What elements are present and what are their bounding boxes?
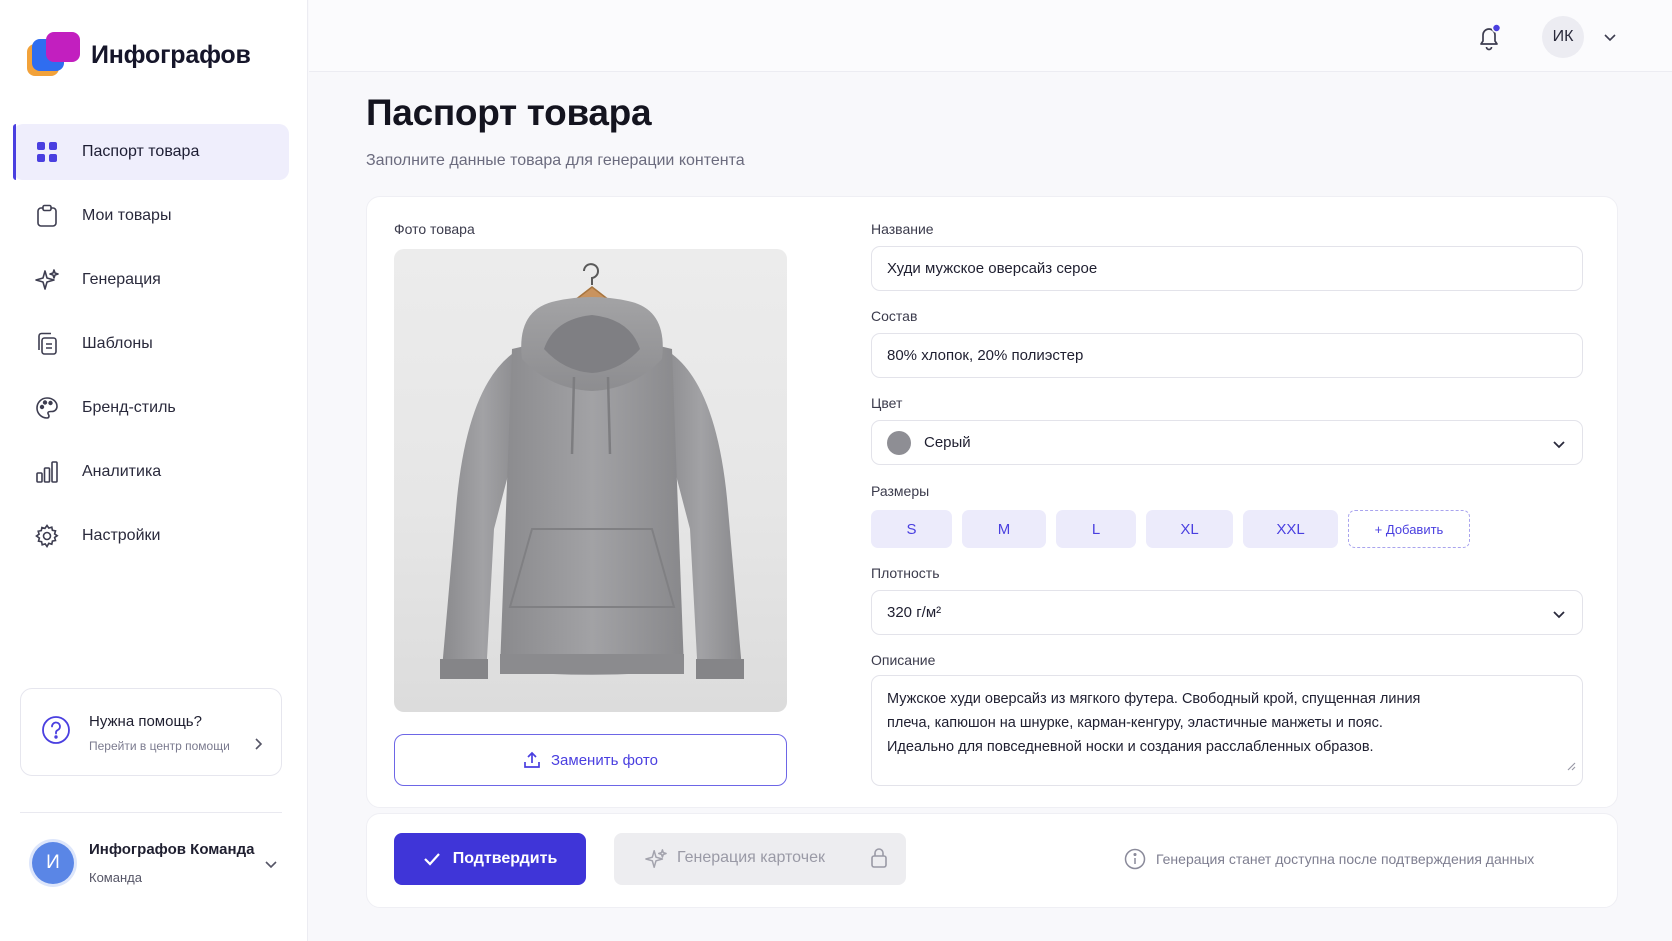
sizes-group: S M L XL XXL + Добавить [871, 510, 1480, 548]
generate-cards-button[interactable]: Генерация карточек [614, 833, 906, 885]
color-value: Серый [924, 434, 971, 451]
sidebar-item-label: Генерация [82, 271, 161, 288]
chevron-down-icon[interactable] [1603, 29, 1617, 47]
help-title: Нужна помощь? [89, 713, 202, 730]
product-name-input[interactable]: Худи мужское оверсайз серое [871, 246, 1583, 291]
sidebar-divider [20, 812, 282, 813]
product-photo [394, 249, 787, 712]
description-textarea[interactable]: Мужское худи оверсайз из мягкого футера.… [871, 675, 1583, 786]
bell-icon[interactable] [1472, 20, 1506, 54]
size-chip-m[interactable]: M [962, 510, 1046, 548]
confirm-label: Подтвердить [452, 850, 558, 867]
density-select[interactable]: 320 г/м² [871, 590, 1583, 635]
palette-icon [34, 395, 60, 421]
question-icon [41, 715, 71, 750]
name-label: Название [871, 221, 934, 237]
add-size-button[interactable]: + Добавить [1348, 510, 1470, 548]
gear-icon [34, 523, 60, 549]
density-label: Плотность [871, 565, 940, 581]
sidebar-item-analytics[interactable]: Аналитика [13, 444, 289, 500]
sidebar-item-templates[interactable]: Шаблоны [13, 316, 289, 372]
resize-handle-icon[interactable] [1567, 755, 1576, 779]
size-chip-s[interactable]: S [871, 510, 952, 548]
app-name: Инфографов [91, 40, 251, 69]
sidebar-item-label: Бренд-стиль [82, 399, 176, 416]
sparkle-icon [645, 848, 667, 875]
sidebar-item-brand-style[interactable]: Бренд-стиль [13, 380, 289, 436]
chevron-down-icon [1552, 436, 1566, 453]
sidebar-item-my-products[interactable]: Мои товары [13, 188, 289, 244]
chevron-right-icon [253, 737, 263, 756]
color-swatch [887, 430, 911, 455]
team-name: Инфографов Команда [89, 841, 255, 858]
description-label: Описание [871, 652, 936, 668]
size-chip-xxl[interactable]: XXL [1243, 510, 1338, 548]
bar-chart-icon [34, 459, 60, 485]
info-icon [1124, 848, 1146, 870]
user-avatar[interactable]: ИК [1542, 16, 1584, 58]
copy-icon [34, 331, 60, 357]
generation-note: Генерация станет доступна после подтверж… [1124, 848, 1534, 870]
color-select[interactable]: Серый [871, 420, 1583, 465]
page-title: Паспорт товара [366, 92, 652, 133]
density-value: 320 г/м² [887, 604, 942, 621]
upload-icon [524, 751, 540, 768]
sidebar-item-label: Паспорт товара [82, 143, 200, 160]
grid-icon [34, 139, 60, 165]
size-chip-xl[interactable]: XL [1146, 510, 1233, 548]
lock-icon [870, 847, 888, 874]
generate-cards-label: Генерация карточек [677, 849, 825, 866]
composition-value: 80% хлопок, 20% полиэстер [887, 347, 1084, 364]
sparkle-icon [34, 267, 60, 293]
team-role: Команда [89, 870, 142, 885]
sidebar-item-settings[interactable]: Настройки [13, 508, 289, 564]
app-logo[interactable]: Инфографов [27, 32, 251, 78]
sidebar: Инфографов Паспорт товара Мои товары Ген… [0, 0, 308, 941]
replace-photo-label: Заменить фото [551, 751, 658, 769]
team-switcher[interactable]: И Инфографов Команда Команда [32, 838, 282, 896]
help-card[interactable]: Нужна помощь? Перейти в центр помощи [20, 688, 282, 776]
size-chip-l[interactable]: L [1056, 510, 1136, 548]
logo-icon [27, 32, 81, 78]
replace-photo-button[interactable]: Заменить фото [394, 734, 787, 786]
generation-note-text: Генерация станет доступна после подтверж… [1156, 851, 1535, 867]
help-link[interactable]: Перейти в центр помощи [89, 739, 230, 753]
chevron-down-icon [264, 856, 278, 874]
chevron-down-icon [1552, 606, 1566, 623]
top-bar [309, 0, 1672, 72]
photo-label: Фото товара [394, 221, 475, 237]
description-value: Мужское худи оверсайз из мягкого футера.… [887, 691, 1421, 755]
composition-label: Состав [871, 308, 918, 324]
sidebar-item-label: Шаблоны [82, 335, 153, 352]
page-subtitle: Заполните данные товара для генерации ко… [366, 152, 745, 169]
check-icon [423, 853, 440, 866]
sizes-label: Размеры [871, 483, 930, 499]
composition-input[interactable]: 80% хлопок, 20% полиэстер [871, 333, 1583, 378]
product-name-value: Худи мужское оверсайз серое [887, 260, 1098, 277]
sidebar-item-generation[interactable]: Генерация [13, 252, 289, 308]
sidebar-item-label: Мои товары [82, 207, 172, 224]
sidebar-item-label: Настройки [82, 527, 161, 544]
sidebar-nav: Паспорт товара Мои товары Генерация Шабл… [13, 124, 289, 572]
color-label: Цвет [871, 395, 903, 411]
team-avatar: И [32, 842, 74, 884]
confirm-button[interactable]: Подтвердить [394, 833, 586, 885]
clipboard-icon [34, 203, 60, 229]
sidebar-item-label: Аналитика [82, 463, 162, 480]
sidebar-item-product-passport[interactable]: Паспорт товара [13, 124, 289, 180]
